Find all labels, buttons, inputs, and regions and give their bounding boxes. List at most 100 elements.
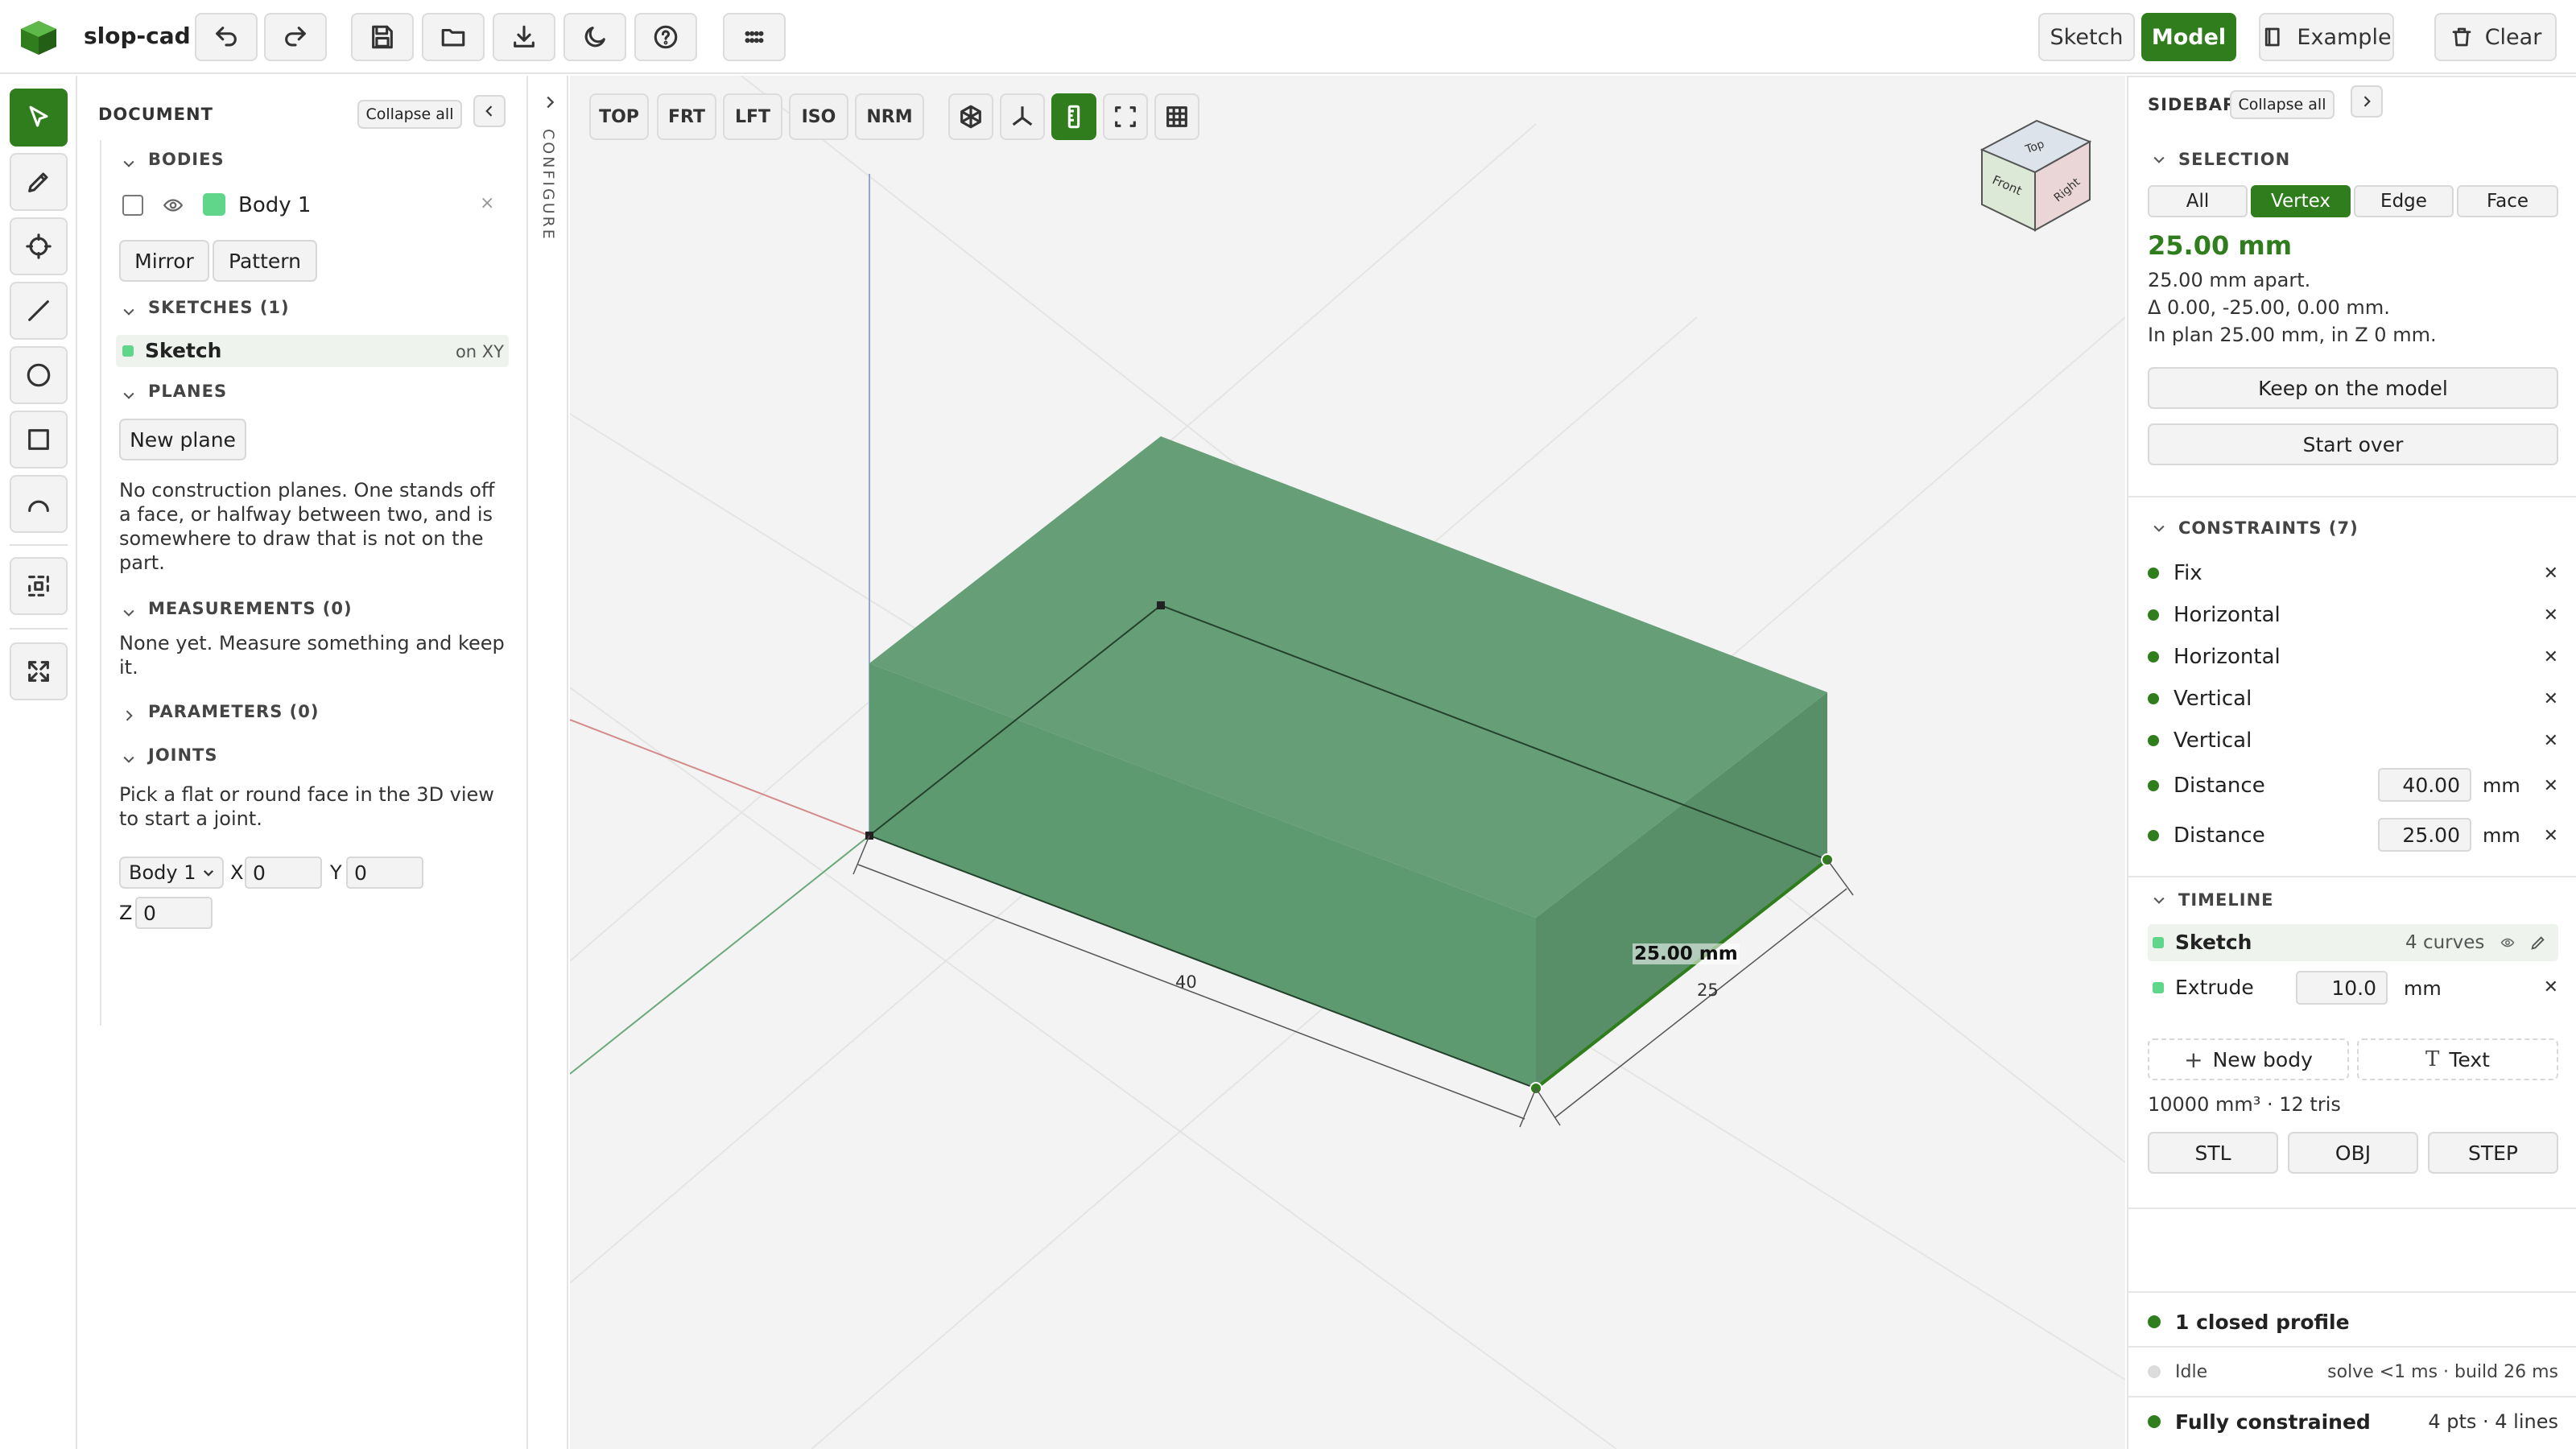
selection-mode-edge[interactable]: Edge	[2354, 185, 2454, 217]
constraint-row[interactable]: Horizontal ✕	[2148, 641, 2558, 673]
start-over-button[interactable]: Start over	[2148, 423, 2558, 465]
view-front-button[interactable]: FRT	[657, 93, 716, 140]
new-plane-button[interactable]: New plane	[119, 419, 246, 460]
body1-visibility-icon[interactable]	[161, 195, 185, 221]
rectangle-tool[interactable]	[10, 411, 68, 469]
delete-constraint-icon[interactable]: ✕	[2544, 731, 2558, 751]
planes-header[interactable]: PLANES	[148, 382, 227, 401]
keep-on-model-button[interactable]: Keep on the model	[2148, 367, 2558, 409]
sketches-header[interactable]: SKETCHES (1)	[148, 298, 290, 317]
body-1-mesh[interactable]	[865, 436, 1834, 1095]
text-button[interactable]: T Text	[2357, 1038, 2558, 1080]
delete-constraint-icon[interactable]: ✕	[2544, 826, 2558, 846]
mode-model-button[interactable]: Model	[2141, 13, 2236, 61]
joint-body-select[interactable]: Body 1	[119, 857, 224, 889]
body1-name[interactable]: Body 1	[238, 193, 311, 217]
sidebar-hide-button[interactable]	[2351, 85, 2383, 118]
constraint-row[interactable]: Vertical ✕	[2148, 724, 2558, 757]
parameters-chevron-icon[interactable]	[121, 705, 135, 721]
line-tool[interactable]	[10, 282, 68, 340]
export-stl-button[interactable]: STL	[2148, 1132, 2278, 1174]
joint-y-input[interactable]: 0	[346, 857, 423, 889]
selection-chevron-icon[interactable]	[2151, 151, 2167, 167]
new-body-button[interactable]: + New body	[2148, 1038, 2349, 1080]
edit-icon[interactable]	[2529, 934, 2547, 952]
delete-extrude-icon[interactable]: ✕	[2544, 977, 2558, 997]
arc-tool[interactable]	[10, 475, 68, 533]
joint-z-input[interactable]: 0	[135, 897, 213, 929]
timeline-chevron-icon[interactable]	[2151, 892, 2167, 908]
delete-constraint-icon[interactable]: ✕	[2544, 605, 2558, 625]
delete-constraint-icon[interactable]: ✕	[2544, 564, 2558, 584]
point-tool[interactable]	[10, 217, 68, 275]
wireframe-toggle[interactable]	[948, 93, 993, 140]
selection-header[interactable]: SELECTION	[2178, 150, 2290, 169]
measurements-chevron-icon[interactable]	[121, 602, 135, 617]
delete-constraint-icon[interactable]: ✕	[2544, 776, 2558, 796]
selection-mode-vertex[interactable]: Vertex	[2251, 185, 2351, 217]
body1-checkbox[interactable]	[122, 195, 143, 216]
export-obj-button[interactable]: OBJ	[2288, 1132, 2418, 1174]
mode-sketch-button[interactable]: Sketch	[2038, 13, 2135, 61]
delete-constraint-icon[interactable]: ✕	[2544, 647, 2558, 667]
sketch-row[interactable]: Sketch on XY	[116, 335, 509, 367]
measurements-header[interactable]: MEASUREMENTS (0)	[148, 599, 353, 618]
viewport-canvas[interactable]	[570, 76, 2125, 1449]
parameters-header[interactable]: PARAMETERS (0)	[148, 702, 319, 721]
view-top-button[interactable]: TOP	[589, 93, 649, 140]
eye-icon[interactable]	[2499, 935, 2516, 950]
help-button[interactable]	[634, 13, 697, 61]
undo-button[interactable]	[195, 13, 258, 61]
measure-toggle[interactable]	[1051, 93, 1096, 140]
timeline-sketch-row[interactable]: Sketch 4 curves	[2148, 924, 2558, 961]
constraint-row[interactable]: Distance 25.00 mm ✕	[2148, 818, 2558, 852]
fit-view-tool[interactable]	[10, 642, 68, 700]
3d-viewport[interactable]: 40 25 25.00 mm TOP FRT LFT ISO NRM Top F…	[570, 76, 2125, 1449]
document-collapse-all-button[interactable]: Collapse all	[357, 100, 462, 129]
selection-mode-face[interactable]: Face	[2457, 185, 2558, 217]
selection-mode-all[interactable]: All	[2148, 185, 2248, 217]
sketches-chevron-icon[interactable]	[121, 301, 135, 316]
sidebar-collapse-all-button[interactable]: Collapse all	[2230, 90, 2334, 119]
select-tool[interactable]	[10, 89, 68, 147]
clear-button[interactable]: Clear	[2434, 13, 2557, 61]
body1-color-swatch[interactable]	[203, 193, 225, 216]
bodies-chevron-icon[interactable]	[121, 153, 135, 167]
planes-chevron-icon[interactable]	[121, 385, 135, 399]
pencil-tool[interactable]	[10, 153, 68, 211]
export-step-button[interactable]: STEP	[2428, 1132, 2558, 1174]
distance-input[interactable]: 40.00	[2378, 768, 2471, 802]
joints-chevron-icon[interactable]	[121, 749, 135, 763]
constraints-header[interactable]: CONSTRAINTS (7)	[2178, 518, 2359, 538]
view-normal-button[interactable]: NRM	[855, 93, 924, 140]
vertex-marker[interactable]	[1157, 601, 1165, 609]
mirror-button[interactable]: Mirror	[119, 240, 209, 282]
apps-button[interactable]	[723, 13, 786, 61]
example-button[interactable]: Example	[2259, 13, 2394, 61]
body1-delete-icon[interactable]: ×	[480, 193, 494, 213]
save-button[interactable]	[351, 13, 414, 61]
configure-strip[interactable]: CONFIGURE	[530, 76, 568, 1449]
distance-input[interactable]: 25.00	[2378, 818, 2471, 852]
axes-toggle[interactable]	[1000, 93, 1045, 140]
redo-button[interactable]	[264, 13, 327, 61]
constraint-row[interactable]: Horizontal ✕	[2148, 599, 2558, 631]
timeline-header[interactable]: TIMELINE	[2178, 890, 2274, 910]
joint-x-input[interactable]: 0	[245, 857, 322, 889]
box-select-toggle[interactable]	[1103, 93, 1148, 140]
download-button[interactable]	[493, 13, 555, 61]
open-button[interactable]	[422, 13, 485, 61]
constraints-chevron-icon[interactable]	[2151, 520, 2167, 536]
view-left-button[interactable]: LFT	[723, 93, 782, 140]
bodies-header[interactable]: BODIES	[148, 150, 225, 169]
extrude-distance-input[interactable]: 10.0	[2296, 971, 2388, 1005]
constraint-row[interactable]: Vertical ✕	[2148, 683, 2558, 715]
collapse-panel-button[interactable]	[473, 95, 506, 127]
joints-header[interactable]: JOINTS	[148, 745, 218, 765]
constraint-row[interactable]: Distance 40.00 mm ✕	[2148, 768, 2558, 802]
grid-toggle[interactable]	[1154, 93, 1199, 140]
view-cube[interactable]: Top Front Right	[1975, 101, 2104, 238]
crop-tool[interactable]	[10, 557, 68, 615]
delete-constraint-icon[interactable]: ✕	[2544, 689, 2558, 709]
pattern-button[interactable]: Pattern	[213, 240, 317, 282]
